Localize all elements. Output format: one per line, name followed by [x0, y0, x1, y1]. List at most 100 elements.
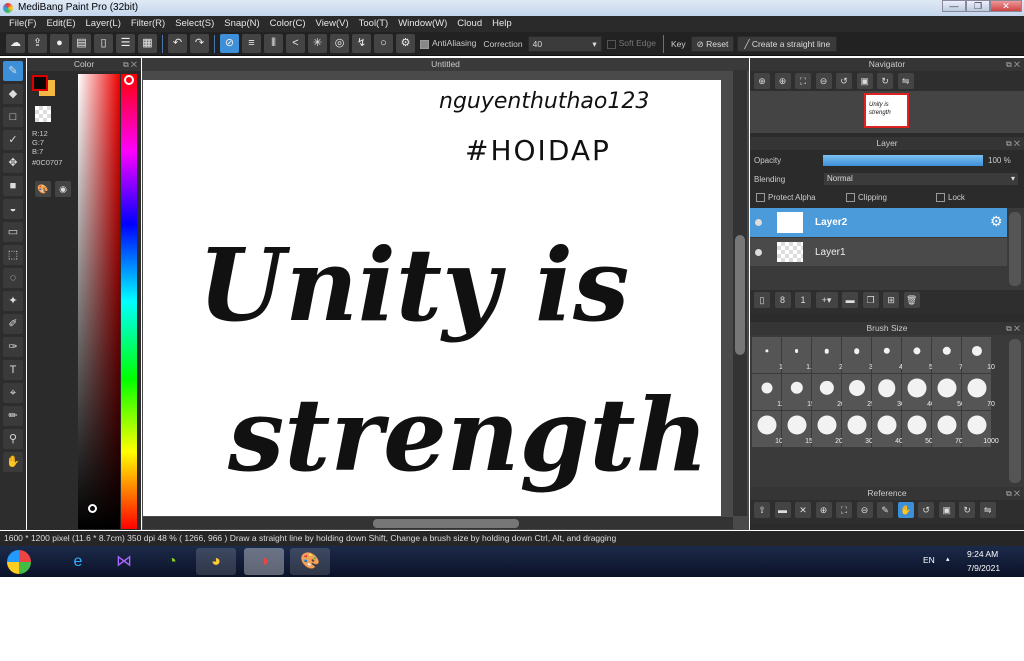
list-icon[interactable]: ☰: [116, 34, 135, 53]
brush-size-option[interactable]: 50: [932, 374, 965, 410]
reset-button[interactable]: ⊘ Reset: [690, 35, 735, 52]
rotate-right-icon[interactable]: ↻: [877, 73, 894, 89]
rect-select-tool-icon[interactable]: ⬚: [3, 245, 23, 265]
bucket-tool-icon[interactable]: ◒: [3, 199, 23, 219]
brush-size-option[interactable]: 7: [932, 337, 963, 373]
comment-icon[interactable]: ●: [50, 34, 69, 53]
curve-snap-icon[interactable]: ↯: [352, 34, 371, 53]
gear-icon[interactable]: ⚙: [396, 34, 415, 53]
hand-icon[interactable]: ✋: [897, 502, 914, 518]
brush-size-option[interactable]: 200: [812, 411, 847, 447]
brush-size-option[interactable]: 70: [962, 374, 995, 410]
circle-snap-icon[interactable]: ◎: [330, 34, 349, 53]
brush-size-option[interactable]: 40: [902, 374, 935, 410]
layer-row-layer2[interactable]: Layer2 ⚙: [750, 208, 1007, 237]
brush-size-option[interactable]: 10: [962, 337, 995, 373]
panel-controls-icon[interactable]: ⧉ ✕: [1006, 137, 1020, 150]
share-icon[interactable]: ⇪: [28, 34, 47, 53]
horizontal-scrollbar[interactable]: [143, 517, 733, 529]
brush-size-option[interactable]: 4: [872, 337, 903, 373]
cross-snap-icon[interactable]: ⦀: [264, 34, 283, 53]
protect-alpha-checkbox[interactable]: Protect Alpha: [756, 193, 816, 203]
menu-item-file[interactable]: File(F): [4, 16, 41, 32]
zoom-actual-icon[interactable]: ⊕: [754, 73, 770, 89]
medibang-icon[interactable]: ◑: [244, 548, 284, 575]
internet-explorer-icon[interactable]: e: [58, 548, 98, 575]
menu-item-layer[interactable]: Layer(L): [81, 16, 126, 32]
menu-item-filter[interactable]: Filter(R): [126, 16, 170, 32]
select-tool-icon[interactable]: ✓: [3, 130, 23, 150]
opacity-slider[interactable]: [823, 155, 983, 166]
drawing-canvas[interactable]: nguyenthuthao123 #HOIDAP Unity is streng…: [143, 80, 721, 516]
magic-wand-tool-icon[interactable]: ✦: [3, 291, 23, 311]
hue-slider[interactable]: [121, 74, 137, 529]
menu-item-select[interactable]: Select(S): [170, 16, 219, 32]
menu-item-color[interactable]: Color(C): [265, 16, 311, 32]
document-tab[interactable]: Untitled: [142, 58, 749, 71]
menu-item-tool[interactable]: Tool(T): [354, 16, 394, 32]
new-layer-icon[interactable]: ▯: [754, 292, 770, 308]
layer-row-layer1[interactable]: Layer1: [750, 238, 1007, 266]
vanish-snap-icon[interactable]: <: [286, 34, 305, 53]
navigator-preview[interactable]: Unity is strength: [750, 91, 1024, 133]
duplicate-layer-icon[interactable]: ❐: [862, 292, 879, 308]
palette-button[interactable]: 🎨: [34, 179, 52, 199]
new-8bit-layer-icon[interactable]: 8: [774, 292, 791, 308]
eyedropper-icon[interactable]: ✎: [877, 502, 894, 518]
brush-size-option[interactable]: 20: [812, 374, 845, 410]
brush-size-option[interactable]: 1000: [962, 411, 999, 447]
eraser-tool-icon[interactable]: ◆: [3, 84, 23, 104]
chrome-icon[interactable]: ◕: [196, 548, 236, 575]
lock-checkbox[interactable]: Lock: [936, 193, 965, 203]
brush-size-option[interactable]: 12: [752, 374, 785, 410]
redo-icon[interactable]: ↷: [190, 34, 209, 53]
lasso-tool-icon[interactable]: ◌: [3, 268, 23, 288]
close-button[interactable]: ✕: [990, 0, 1022, 12]
brush-size-option[interactable]: 150: [782, 411, 817, 447]
vertical-scrollbar[interactable]: [733, 70, 747, 516]
brush-size-option[interactable]: 700: [932, 411, 967, 447]
gradient-tool-icon[interactable]: ▭: [3, 222, 23, 242]
zoom-out-icon[interactable]: ⊖: [815, 73, 832, 89]
coccoc-icon[interactable]: ◔: [152, 548, 192, 575]
operation-tool-icon[interactable]: ⌖: [3, 383, 23, 403]
rotate-right-icon[interactable]: ↻: [959, 502, 976, 518]
menu-item-edit[interactable]: Edit(E): [41, 16, 80, 32]
menu-item-snap[interactable]: Snap(N): [219, 16, 264, 32]
close-icon[interactable]: ✕: [795, 502, 812, 518]
eyedropper-tool-icon[interactable]: ⚲: [3, 429, 23, 449]
merge-layer-icon[interactable]: ⊞: [883, 292, 900, 308]
zoom-out-icon[interactable]: ⊖: [856, 502, 873, 518]
transparent-swatch[interactable]: [35, 106, 51, 122]
layer-scrollbar[interactable]: [1009, 212, 1021, 286]
correction-select[interactable]: 40 ▾: [527, 35, 602, 52]
zoom-in-icon[interactable]: ⊕: [815, 502, 832, 518]
rotate-left-icon[interactable]: ↺: [836, 73, 853, 89]
brush-size-option[interactable]: 30: [872, 374, 905, 410]
fill-rect-tool-icon[interactable]: ■: [3, 176, 23, 196]
create-straight-line-button[interactable]: ╱ Create a straight line: [737, 35, 838, 52]
panel-controls-icon[interactable]: ⧉ ✕: [123, 58, 137, 71]
open-folder-icon[interactable]: ▬: [774, 502, 791, 518]
flip-icon[interactable]: ⇋: [897, 73, 914, 89]
flip-icon[interactable]: ⇋: [979, 502, 996, 518]
document-icon[interactable]: ▯: [94, 34, 113, 53]
upload-icon[interactable]: ⇧: [754, 502, 770, 518]
brush-size-option[interactable]: 300: [842, 411, 877, 447]
panel-controls-icon[interactable]: ⧉ ✕: [1006, 58, 1020, 71]
brush-size-option[interactable]: 400: [872, 411, 907, 447]
brush-size-scrollbar[interactable]: [1009, 339, 1021, 483]
menu-item-view[interactable]: View(V): [311, 16, 354, 32]
brush-size-option[interactable]: 500: [902, 411, 937, 447]
restore-button[interactable]: ❐: [966, 0, 990, 12]
blending-select[interactable]: Normal ▾: [823, 172, 1019, 186]
divide-tool-icon[interactable]: ✏: [3, 406, 23, 426]
menu-item-help[interactable]: Help: [487, 16, 517, 32]
primary-color-swatch[interactable]: [32, 75, 48, 91]
cloud-icon[interactable]: ☁: [6, 34, 25, 53]
undo-icon[interactable]: ↶: [168, 34, 187, 53]
ellipse-snap-icon[interactable]: ○: [374, 34, 393, 53]
menu-item-window[interactable]: Window(W): [393, 16, 452, 32]
clock-date[interactable]: 7/9/2021: [967, 563, 1000, 573]
message-icon[interactable]: ▤: [72, 34, 91, 53]
